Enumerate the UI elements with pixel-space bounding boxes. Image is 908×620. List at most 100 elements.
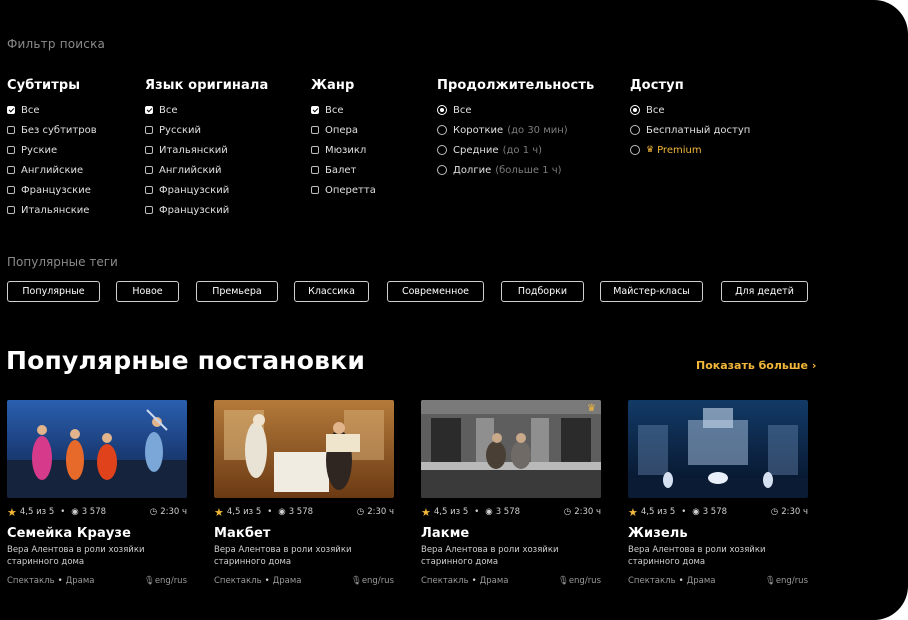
eye-icon: ◉ [692,507,700,517]
show-card[interactable]: ★ 4,5 из 5 • ◉ 3 578 ◷ 2:30 ч Макбет Вера Але… [214,400,394,586]
card-meta: ★ 4,5 из 5 • ◉ 3 578 ◷ 2:30 ч [628,505,808,519]
filter-option[interactable]: Оперетта [311,180,376,200]
filter-option[interactable]: Мюзикл [311,140,376,160]
star-icon: ★ [421,505,431,519]
checkbox[interactable] [145,206,153,214]
show-poster[interactable]: ♛ [421,400,601,498]
checkbox[interactable] [7,146,15,154]
checkbox[interactable] [145,126,153,134]
filter-option[interactable]: Французские [7,180,97,200]
eye-icon: ◉ [71,507,79,517]
checkbox[interactable] [7,206,15,214]
filter-column-duration: Продолжительность Все Короткие (до 30 мин… [437,78,594,180]
filter-option[interactable]: Английские [7,160,97,180]
show-poster[interactable] [628,400,808,498]
checkbox[interactable] [7,166,15,174]
checkbox[interactable] [145,166,153,174]
filter-option[interactable]: ♛ Premium [630,140,750,160]
crown-icon: ♛ [646,145,655,155]
checkbox[interactable] [311,126,319,134]
radio[interactable] [630,105,640,115]
card-meta: ★ 4,5 из 5 • ◉ 3 578 ◷ 2:30 ч [7,505,187,519]
filter-option[interactable]: Английский [145,160,268,180]
filter-column-genre: Жанр Все Опера Мюзикл Балет Оперетта [311,78,376,200]
clock-icon: ◷ [149,507,158,517]
filter-option[interactable]: Русский [145,120,268,140]
filter-option[interactable]: Без субтитров [7,120,97,140]
filter-option[interactable]: Все [630,100,750,120]
checkbox[interactable] [311,146,319,154]
radio[interactable] [437,125,447,135]
card-title[interactable]: Макбет [214,526,394,541]
clock-icon: ◷ [356,507,365,517]
chevron-right-icon: › [811,359,817,372]
card-title[interactable]: Лакме [421,526,601,541]
star-icon: ★ [7,505,17,519]
checkbox[interactable] [7,106,15,114]
card-meta: ★ 4,5 из 5 • ◉ 3 578 ◷ 2:30 ч [214,505,394,519]
tag-button[interactable]: Новое [116,281,179,302]
filter-option[interactable]: Французский [145,180,268,200]
checkbox[interactable] [7,186,15,194]
filter-option[interactable]: Все [7,100,97,120]
filter-option[interactable]: Средние (до 1 ч) [437,140,594,160]
tag-button[interactable]: Современное [387,281,484,302]
card-title[interactable]: Семейка Краузе [7,526,187,541]
card-title[interactable]: Жизель [628,526,808,541]
clock-icon: ◷ [563,507,572,517]
tag-button[interactable]: Премьера [196,281,278,302]
checkbox[interactable] [311,106,319,114]
show-card[interactable]: ♛ ★ 4,5 из 5 • ◉ 3 578 ◷ 2:30 ч Лакме Вера Ал… [421,400,601,586]
show-poster[interactable] [214,400,394,498]
filter-option[interactable]: Долгие (больше 1 ч) [437,160,594,180]
filter-heading: Субтитры [7,78,81,93]
card-description: Вера Алентова в роли хозяйки старинного … [628,545,766,567]
filter-option[interactable]: Опера [311,120,376,140]
filter-option[interactable]: Все [145,100,268,120]
filter-heading: Жанр [311,78,355,93]
card-description: Вера Алентова в роли хозяйки старинного … [214,545,352,567]
star-icon: ★ [214,505,224,519]
filter-option[interactable]: Итальянский [145,140,268,160]
show-more-link[interactable]: Показать больше › [696,359,816,372]
filter-option[interactable]: Итальянские [7,200,97,220]
tag-button[interactable]: Классика [294,281,369,302]
crown-icon: ♛ [587,403,596,414]
filter-option[interactable]: Руские [7,140,97,160]
tag-button[interactable]: Популярные [7,281,100,302]
filter-option[interactable]: Все [311,100,376,120]
radio[interactable] [437,145,447,155]
radio[interactable] [437,105,447,115]
radio[interactable] [630,145,640,155]
show-poster[interactable] [7,400,187,498]
show-card[interactable]: ★ 4,5 из 5 • ◉ 3 578 ◷ 2:30 ч Семейка Краузе … [7,400,187,586]
checkbox[interactable] [311,166,319,174]
star-icon: ★ [628,505,638,519]
filter-option[interactable]: Все [437,100,594,120]
tag-button[interactable]: Подборки [501,281,584,302]
filter-option[interactable]: Короткие (до 30 мин) [437,120,594,140]
microphone-icon: 🎙 [765,576,776,586]
radio[interactable] [630,125,640,135]
eye-icon: ◉ [278,507,286,517]
checkbox[interactable] [145,146,153,154]
checkbox[interactable] [145,106,153,114]
filter-option[interactable]: Бесплатный доступ [630,120,750,140]
filter-option[interactable]: Балет [311,160,376,180]
card-description: Вера Алентова в роли хозяйки старинного … [7,545,145,567]
clock-icon: ◷ [770,507,779,517]
checkbox[interactable] [311,186,319,194]
card-footer: Спектакль • Драма 🎙eng/rus [628,576,808,586]
show-card[interactable]: ★ 4,5 из 5 • ◉ 3 578 ◷ 2:30 ч Жизель Вера Але… [628,400,808,586]
filter-heading: Продолжительность [437,78,595,93]
filter-heading: Язык оригинала [145,78,269,93]
tag-button[interactable]: Майстер-класы [600,281,703,302]
checkbox[interactable] [7,126,15,134]
filter-option[interactable]: Французский [145,200,268,220]
filter-column-subtitles: Субтитры Все Без субтитров Руские Англий… [7,78,97,220]
section-title: Популярные постановки [6,346,366,375]
radio[interactable] [437,165,447,175]
microphone-icon: 🎙 [144,576,155,586]
checkbox[interactable] [145,186,153,194]
tag-button[interactable]: Для дедетй [721,281,808,302]
